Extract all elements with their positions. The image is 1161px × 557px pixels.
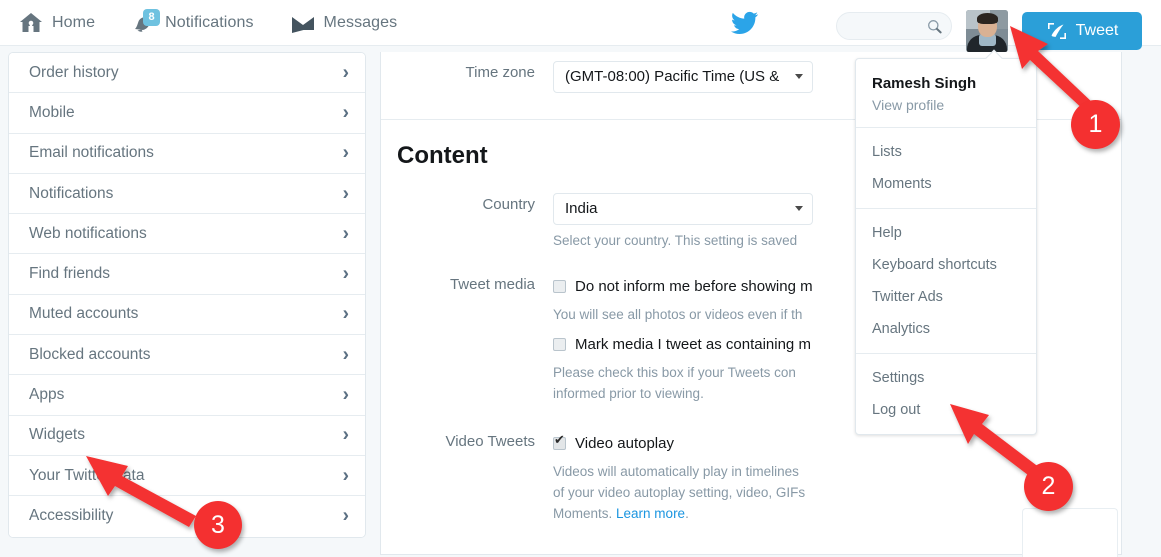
dropdown-group-1: Lists Moments — [856, 128, 1036, 209]
nav-item-home[interactable]: Home — [18, 0, 95, 46]
sidebar-item-label: Blocked accounts — [29, 345, 151, 363]
bottom-right-panel — [1022, 508, 1118, 557]
view-profile-link[interactable]: View profile — [872, 93, 1020, 115]
sidebar-item-label: Your Twitter data — [29, 466, 145, 484]
chevron-right-icon: › — [342, 142, 349, 164]
menu-item-settings[interactable]: Settings — [856, 362, 1036, 394]
chevron-right-icon: › — [342, 102, 349, 124]
chevron-right-icon: › — [342, 344, 349, 366]
sidebar-item-label: Notifications — [29, 184, 114, 202]
primary-nav: Home 8 Notifications Messages — [18, 0, 433, 46]
chevron-right-icon: › — [342, 223, 349, 245]
menu-item-log-out[interactable]: Log out — [856, 394, 1036, 426]
menu-item-lists[interactable]: Lists — [856, 136, 1036, 168]
dropdown-header: Ramesh Singh View profile — [856, 59, 1036, 128]
sidebar-item-label: Find friends — [29, 265, 110, 283]
search-icon — [927, 19, 942, 34]
avatar[interactable] — [966, 10, 1008, 52]
chevron-down-icon — [795, 206, 803, 211]
sidebar-item-order-history[interactable]: Order history › — [9, 53, 365, 94]
sidebar-item-email-notifications[interactable]: Email notifications › — [9, 133, 365, 174]
sidebar-item-label: Web notifications — [29, 224, 147, 242]
sidebar-item-label: Muted accounts — [29, 305, 139, 323]
sidebar-item-label: Mobile — [29, 103, 75, 121]
country-label: Country — [482, 196, 535, 213]
video-tweets-label: Video Tweets — [445, 433, 535, 450]
sidebar-item-label: Order history — [29, 63, 119, 81]
chevron-right-icon: › — [342, 303, 349, 325]
search-input[interactable] — [836, 12, 952, 40]
dropdown-group-2: Help Keyboard shortcuts Twitter Ads Anal… — [856, 209, 1036, 354]
menu-item-help[interactable]: Help — [856, 217, 1036, 249]
top-navigation-bar: Home 8 Notifications Messages Tweet — [0, 0, 1161, 52]
country-select-value: India — [565, 200, 598, 217]
tweet-button[interactable]: Tweet — [1022, 12, 1142, 50]
mark-media-sensitive-label: Mark media I tweet as containing m — [575, 336, 811, 353]
menu-item-moments[interactable]: Moments — [856, 168, 1036, 200]
nav-item-messages[interactable]: Messages — [290, 0, 398, 46]
do-not-inform-label: Do not inform me before showing m — [575, 278, 813, 295]
twitter-bird-logo[interactable] — [730, 11, 759, 35]
sidebar-item-label: Apps — [29, 386, 65, 404]
timezone-select-value: (GMT-08:00) Pacific Time (US & — [565, 68, 780, 85]
sidebar-item-web-notifications[interactable]: Web notifications › — [9, 214, 365, 255]
avatar-hair — [977, 13, 998, 24]
profile-dropdown-menu: Ramesh Singh View profile Lists Moments … — [855, 49, 1037, 435]
nav-item-notifications[interactable]: 8 Notifications — [131, 0, 253, 46]
sidebar-item-blocked-accounts[interactable]: Blocked accounts › — [9, 335, 365, 376]
chevron-right-icon: › — [342, 263, 349, 285]
video-autoplay-checkbox[interactable] — [553, 433, 566, 450]
country-select[interactable]: India — [553, 193, 813, 225]
chevron-right-icon: › — [342, 424, 349, 446]
nav-item-notifications-label: Notifications — [165, 14, 254, 31]
timezone-select[interactable]: (GMT-08:00) Pacific Time (US & — [553, 61, 813, 93]
bell-icon: 8 — [131, 9, 161, 35]
mark-media-sensitive-checkbox[interactable] — [553, 338, 566, 351]
menu-item-keyboard-shortcuts[interactable]: Keyboard shortcuts — [856, 249, 1036, 281]
chevron-right-icon: › — [342, 62, 349, 84]
sidebar-item-label: Widgets — [29, 426, 85, 444]
menu-item-twitter-ads[interactable]: Twitter Ads — [856, 281, 1036, 313]
video-tweets-hint-line2: of your video autoplay setting, video, G… — [553, 485, 806, 500]
sidebar-item-find-friends[interactable]: Find friends › — [9, 254, 365, 295]
chevron-right-icon: › — [342, 384, 349, 406]
app-root: Home 8 Notifications Messages Tweet Orde… — [0, 0, 1161, 557]
sidebar-item-label: Email notifications — [29, 144, 154, 162]
nav-item-home-label: Home — [52, 14, 96, 31]
envelope-icon — [290, 11, 316, 35]
timezone-label: Time zone — [465, 64, 535, 81]
video-tweets-hint-line3: Moments. Learn more. — [553, 503, 1103, 524]
chevron-right-icon: › — [342, 505, 349, 527]
tweet-media-label: Tweet media — [449, 276, 535, 293]
annotation-number-1: 1 — [1071, 100, 1120, 149]
tweet-button-label: Tweet — [1075, 22, 1119, 39]
annotation-number-2: 2 — [1024, 462, 1073, 511]
do-not-inform-checkbox[interactable] — [553, 280, 566, 293]
home-icon — [18, 11, 44, 35]
sidebar-item-accessibility[interactable]: Accessibility › — [9, 496, 365, 537]
dropdown-user-name: Ramesh Singh — [872, 75, 977, 92]
video-tweets-hint-prefix: Moments. — [553, 506, 617, 521]
nav-item-messages-label: Messages — [323, 14, 398, 31]
video-tweets-hint-line1: Videos will automatically play in timeli… — [553, 464, 799, 479]
chevron-right-icon: › — [342, 183, 349, 205]
sidebar-item-notifications[interactable]: Notifications › — [9, 173, 365, 215]
chevron-down-icon — [795, 74, 803, 79]
settings-sidebar: Order history › Mobile › Email notificat… — [8, 52, 366, 538]
chevron-right-icon: › — [342, 465, 349, 487]
video-autoplay-label: Video autoplay — [575, 435, 674, 452]
sidebar-item-label: Accessibility — [29, 507, 114, 525]
dropdown-group-3: Settings Log out — [856, 354, 1036, 434]
feather-quill-icon — [1046, 21, 1068, 41]
sidebar-item-mobile[interactable]: Mobile › — [9, 93, 365, 134]
learn-more-link[interactable]: Learn more — [616, 506, 685, 521]
sidebar-item-apps[interactable]: Apps › — [9, 375, 365, 416]
sidebar-item-your-twitter-data[interactable]: Your Twitter data › — [9, 455, 365, 497]
sidebar-item-muted-accounts[interactable]: Muted accounts › — [9, 294, 365, 336]
sidebar-item-widgets[interactable]: Widgets › — [9, 415, 365, 456]
menu-item-analytics[interactable]: Analytics — [856, 313, 1036, 345]
notifications-badge: 8 — [143, 9, 161, 26]
video-tweets-hint-suffix: . — [685, 506, 689, 521]
annotation-number-3: 3 — [194, 501, 242, 549]
